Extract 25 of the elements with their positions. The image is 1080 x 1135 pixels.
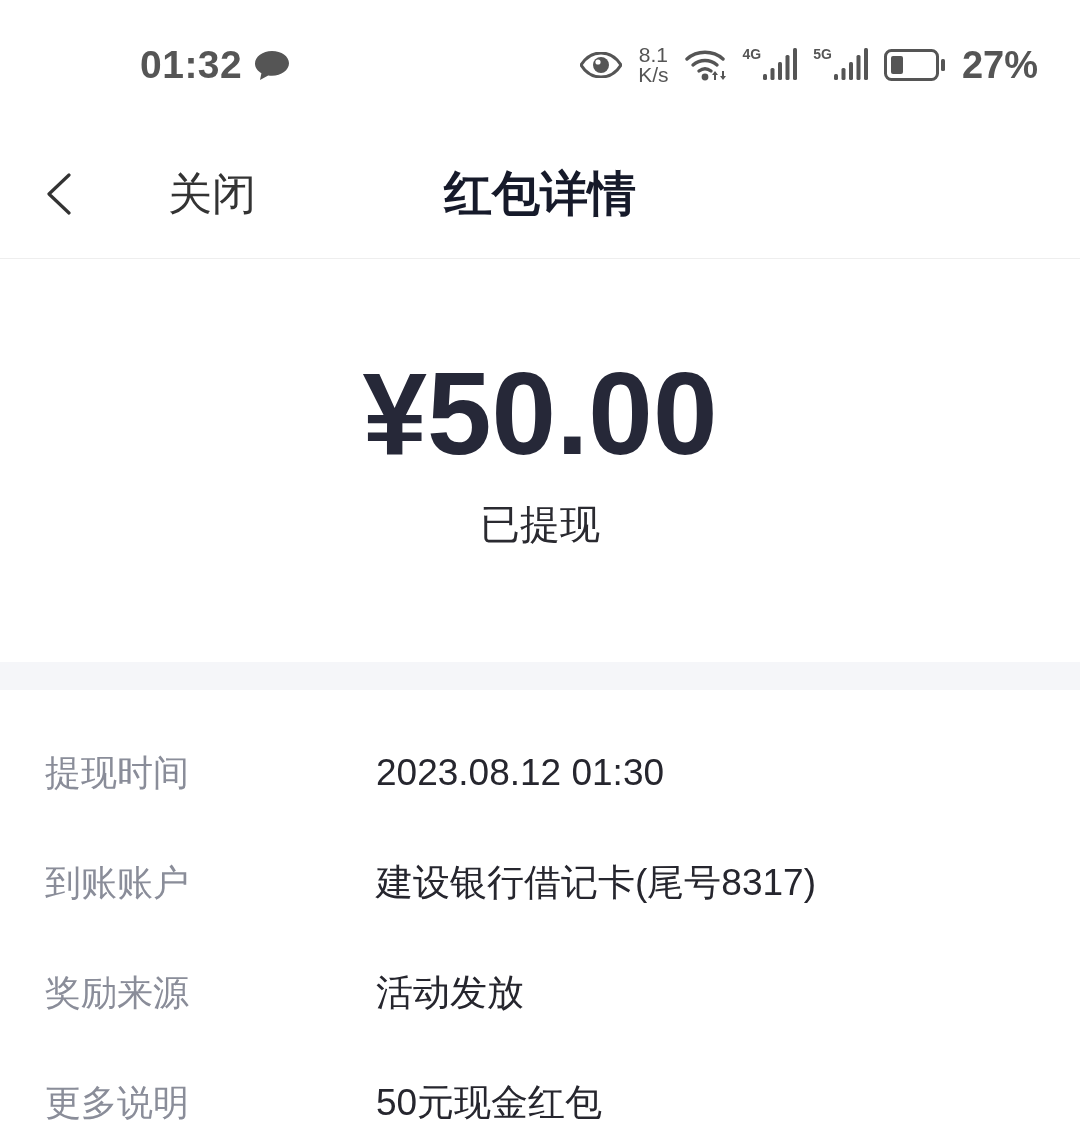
withdrawal-status: 已提现 xyxy=(480,500,600,549)
battery-percentage: 27% xyxy=(961,43,1038,87)
detail-value: 活动发放 xyxy=(376,971,524,1015)
signal-bars-icon xyxy=(763,48,798,80)
detail-label: 提现时间 xyxy=(45,750,189,795)
network-speed-unit: K/s xyxy=(638,65,669,85)
amount-text: ¥50.00 xyxy=(362,354,718,474)
signal-bars-icon xyxy=(833,48,868,80)
detail-value: 50元现金红包 xyxy=(376,1081,603,1125)
battery-icon xyxy=(883,49,946,81)
network-type-label: 5G xyxy=(813,46,832,62)
detail-value: 建设银行借记卡(尾号8317) xyxy=(376,861,816,905)
chat-bubble-icon xyxy=(254,49,291,81)
detail-label: 奖励来源 xyxy=(45,970,189,1015)
network-type-label: 4G xyxy=(742,46,762,62)
detail-label: 更多说明 xyxy=(45,1080,189,1125)
network-speed-value: 8.1 xyxy=(638,45,668,65)
detail-value: 2023.08.12 01:30 xyxy=(376,752,665,794)
wifi-icon xyxy=(684,49,727,81)
status-time: 01:32 xyxy=(140,43,243,87)
back-icon[interactable] xyxy=(46,173,72,215)
page-title: 红包详情 xyxy=(444,164,636,223)
close-button[interactable]: 关闭 xyxy=(168,164,256,224)
detail-label: 到账账户 xyxy=(45,860,189,905)
eye-icon xyxy=(580,52,623,78)
